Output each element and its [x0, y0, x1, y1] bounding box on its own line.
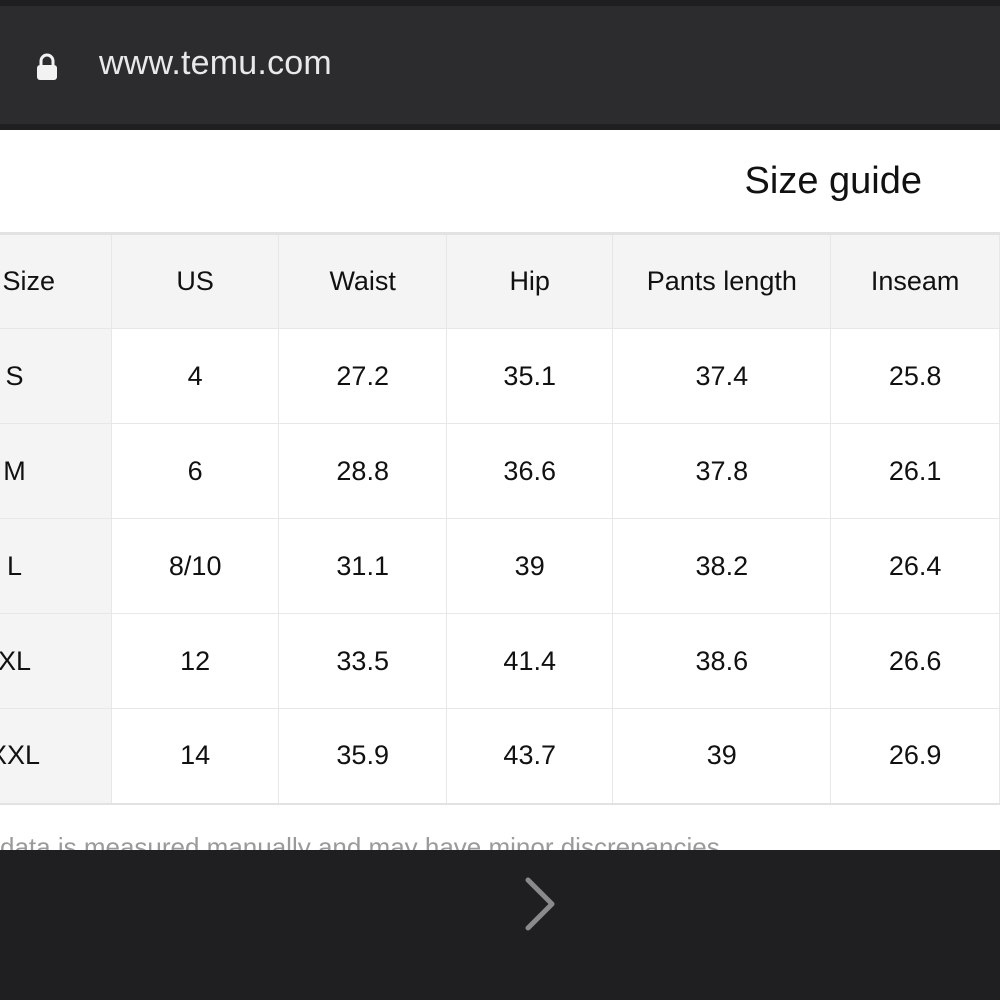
us-cell: 4: [111, 328, 280, 424]
waist-cell: 27.2: [278, 328, 448, 424]
us-cell: 12: [111, 613, 280, 709]
size-table: el Size US Waist Hip Pants length Inseam…: [0, 232, 1000, 805]
inseam-cell: 26.6: [830, 613, 1000, 709]
table-row: XXL 14 35.9 43.7 39 26.9: [0, 708, 1000, 804]
waist-cell: 28.8: [278, 423, 448, 519]
hip-cell: 43.7: [446, 708, 614, 804]
pants-length-cell: 37.4: [612, 328, 832, 424]
column-header-hip: Hip: [446, 233, 614, 329]
column-header-waist: Waist: [278, 233, 448, 329]
waist-cell: 33.5: [278, 613, 448, 709]
hip-cell: 36.6: [446, 423, 614, 519]
table-row: L 8/10 31.1 39 38.2 26.4: [0, 518, 1000, 614]
column-header-inseam: Inseam: [830, 233, 1000, 329]
column-header-size: el Size: [0, 233, 113, 329]
us-cell: 14: [111, 708, 280, 804]
us-cell: 6: [111, 423, 280, 519]
table-row: S 4 27.2 35.1 37.4 25.8: [0, 328, 1000, 424]
inseam-cell: 26.9: [830, 708, 1000, 804]
table-header-row: el Size US Waist Hip Pants length Inseam: [0, 233, 1000, 329]
column-header-us: US: [111, 233, 280, 329]
chevron-right-icon[interactable]: [520, 876, 560, 932]
us-cell: 8/10: [111, 518, 280, 614]
hip-cell: 41.4: [446, 613, 614, 709]
pants-length-cell: 39: [612, 708, 832, 804]
size-cell: M: [0, 423, 113, 519]
size-table-container: el Size US Waist Hip Pants length Inseam…: [0, 232, 1000, 805]
inseam-cell: 26.1: [830, 423, 1000, 519]
table-row: XL 12 33.5 41.4 38.6 26.6: [0, 613, 1000, 709]
pants-length-cell: 37.8: [612, 423, 832, 519]
browser-top-bar: www.temu.com: [0, 0, 1000, 130]
pants-length-cell: 38.2: [612, 518, 832, 614]
hip-cell: 39: [446, 518, 614, 614]
page-title: Size guide: [744, 160, 922, 202]
size-cell: XXL: [0, 708, 113, 804]
size-cell: L: [0, 518, 113, 614]
pants-length-cell: 38.6: [612, 613, 832, 709]
size-cell: S: [0, 328, 113, 424]
column-header-pants-length: Pants length: [612, 233, 832, 329]
url-text[interactable]: www.temu.com: [99, 44, 332, 83]
waist-cell: 31.1: [278, 518, 448, 614]
browser-bottom-bar: [0, 850, 1000, 1000]
inseam-cell: 26.4: [830, 518, 1000, 614]
measurement-footnote: data is measured manually and may have m…: [0, 832, 727, 850]
hip-cell: 35.1: [446, 328, 614, 424]
inseam-cell: 25.8: [830, 328, 1000, 424]
size-cell: XL: [0, 613, 113, 709]
table-row: M 6 28.8 36.6 37.8 26.1: [0, 423, 1000, 519]
lock-icon: [37, 53, 57, 80]
waist-cell: 35.9: [278, 708, 448, 804]
size-guide-sheet: Size guide el Size US Waist Hip Pants le…: [0, 130, 1000, 850]
